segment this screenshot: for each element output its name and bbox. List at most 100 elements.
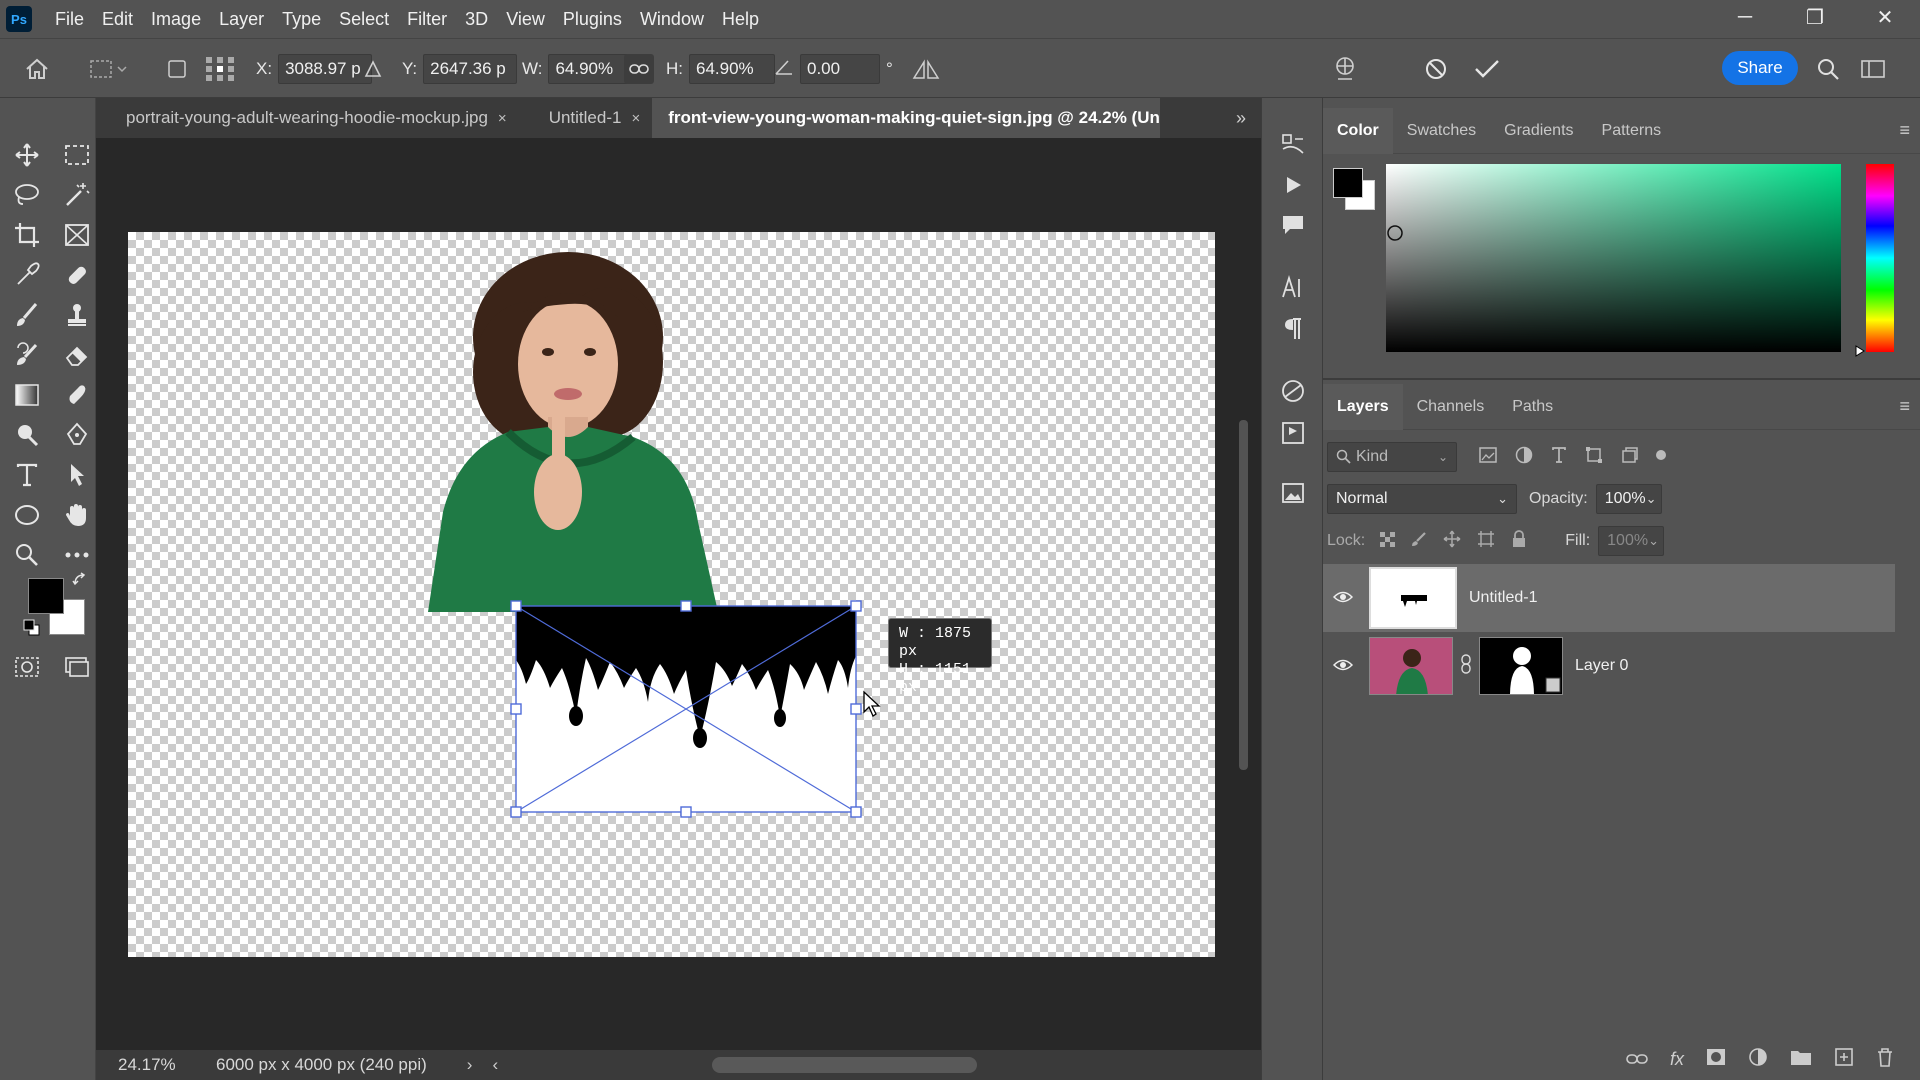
smudge-tool-icon[interactable] bbox=[60, 378, 94, 412]
reference-point-checkbox[interactable] bbox=[168, 53, 186, 85]
filter-shape-icon[interactable] bbox=[1585, 446, 1603, 469]
magic-wand-tool-icon[interactable] bbox=[60, 178, 94, 212]
scroll-left-arrow-icon[interactable]: ‹ bbox=[492, 1055, 498, 1075]
menu-edit[interactable]: Edit bbox=[93, 0, 142, 38]
screen-mode-icon[interactable] bbox=[60, 650, 94, 684]
lasso-tool-icon[interactable] bbox=[10, 178, 44, 212]
brush-tool-icon[interactable] bbox=[10, 298, 44, 332]
drip-layer-transform[interactable] bbox=[510, 598, 862, 820]
menu-file[interactable]: File bbox=[46, 0, 93, 38]
gradient-tool-icon[interactable] bbox=[10, 378, 44, 412]
menu-type[interactable]: Type bbox=[273, 0, 330, 38]
crop-tool-icon[interactable] bbox=[10, 218, 44, 252]
document-info[interactable]: 6000 px x 4000 px (240 ppi) bbox=[216, 1055, 427, 1075]
tab-close-icon[interactable]: × bbox=[498, 110, 507, 127]
adjustments-icon[interactable] bbox=[1276, 374, 1310, 408]
tab-gradients[interactable]: Gradients bbox=[1490, 108, 1587, 154]
move-tool-preset-icon[interactable] bbox=[88, 53, 128, 85]
tab-color[interactable]: Color bbox=[1323, 107, 1393, 154]
reference-point-grid-icon[interactable] bbox=[204, 53, 236, 85]
restore-button[interactable]: ❐ bbox=[1780, 0, 1850, 34]
add-mask-icon[interactable] bbox=[1706, 1048, 1726, 1071]
menu-image[interactable]: Image bbox=[142, 0, 210, 38]
paragraph-panel-icon[interactable] bbox=[1276, 312, 1310, 346]
layer-name[interactable]: Layer 0 bbox=[1575, 657, 1628, 675]
tab-swatches[interactable]: Swatches bbox=[1393, 108, 1490, 154]
height-input[interactable]: 64.90% bbox=[689, 54, 775, 84]
interpolation-icon[interactable] bbox=[912, 53, 942, 85]
fill-input[interactable]: 100% ⌄ bbox=[1598, 526, 1665, 556]
menu-layer[interactable]: Layer bbox=[210, 0, 273, 38]
menu-3d[interactable]: 3D bbox=[456, 0, 497, 38]
y-position-input[interactable]: 2647.36 p bbox=[423, 54, 518, 84]
x-position-input[interactable]: 3088.97 p bbox=[278, 54, 373, 84]
horizontal-scroll-thumb[interactable] bbox=[712, 1057, 977, 1073]
menu-plugins[interactable]: Plugins bbox=[554, 0, 631, 38]
visibility-eye-icon[interactable] bbox=[1323, 656, 1363, 677]
healing-brush-tool-icon[interactable] bbox=[60, 258, 94, 292]
home-icon[interactable] bbox=[24, 53, 50, 85]
tab-channels[interactable]: Channels bbox=[1403, 384, 1499, 430]
filter-smart-object-icon[interactable] bbox=[1621, 446, 1639, 469]
frame-tool-icon[interactable] bbox=[60, 218, 94, 252]
ellipse-tool-icon[interactable] bbox=[10, 498, 44, 532]
eraser-tool-icon[interactable] bbox=[60, 338, 94, 372]
tabs-overflow-icon[interactable]: » bbox=[1221, 98, 1261, 138]
tab-patterns[interactable]: Patterns bbox=[1588, 108, 1676, 154]
hue-slider[interactable] bbox=[1866, 164, 1894, 352]
rotation-input[interactable]: 0.00 bbox=[800, 54, 880, 84]
layer-name[interactable]: Untitled-1 bbox=[1469, 589, 1537, 607]
blend-mode-select[interactable]: Normal ⌄ bbox=[1327, 484, 1517, 514]
hand-tool-icon[interactable] bbox=[60, 498, 94, 532]
menu-window[interactable]: Window bbox=[631, 0, 713, 38]
lock-all-icon[interactable] bbox=[1511, 529, 1527, 553]
status-menu-arrow-icon[interactable]: › bbox=[467, 1055, 473, 1075]
layer-mask-thumbnail[interactable] bbox=[1479, 637, 1563, 695]
adjustment-layer-icon[interactable] bbox=[1748, 1047, 1768, 1072]
link-icon[interactable] bbox=[624, 53, 654, 85]
opacity-input[interactable]: 100% ⌄ bbox=[1595, 484, 1662, 514]
type-tool-icon[interactable] bbox=[10, 458, 44, 492]
image-panel-icon[interactable] bbox=[1276, 476, 1310, 510]
share-button[interactable]: Share bbox=[1722, 51, 1798, 85]
zoom-level[interactable]: 24.17% bbox=[96, 1055, 196, 1075]
tab-layers[interactable]: Layers bbox=[1323, 383, 1403, 430]
pen-tool-icon[interactable] bbox=[60, 418, 94, 452]
history-brush-tool-icon[interactable] bbox=[10, 338, 44, 372]
default-colors-icon[interactable] bbox=[22, 618, 42, 638]
link-layers-icon[interactable] bbox=[1626, 1049, 1648, 1070]
tab-front-view-active[interactable]: front-view-young-woman-making-quiet-sign… bbox=[652, 98, 1161, 138]
warp-mode-icon[interactable] bbox=[1330, 53, 1360, 85]
libraries-icon[interactable] bbox=[1276, 416, 1310, 450]
eyedropper-tool-icon[interactable] bbox=[10, 258, 44, 292]
search-icon[interactable] bbox=[1816, 53, 1840, 85]
lock-image-pixels-icon[interactable] bbox=[1411, 531, 1427, 552]
layer-filter-kind-select[interactable]: Kind ⌄ bbox=[1327, 442, 1457, 472]
minimize-button[interactable]: ─ bbox=[1710, 0, 1780, 34]
more-tools-icon[interactable] bbox=[60, 538, 94, 572]
filter-type-icon[interactable] bbox=[1551, 446, 1567, 468]
menu-filter[interactable]: Filter bbox=[398, 0, 456, 38]
menu-help[interactable]: Help bbox=[713, 0, 768, 38]
cancel-transform-icon[interactable] bbox=[1424, 53, 1448, 85]
panel-foreground-swatch[interactable] bbox=[1333, 168, 1363, 198]
tab-untitled-1[interactable]: Untitled-1 × bbox=[518, 98, 653, 138]
layer-style-fx-icon[interactable]: fx bbox=[1670, 1049, 1684, 1070]
path-selection-tool-icon[interactable] bbox=[60, 458, 94, 492]
filter-adjustment-icon[interactable] bbox=[1515, 446, 1533, 469]
color-picker-field[interactable] bbox=[1386, 164, 1841, 352]
menu-select[interactable]: Select bbox=[330, 0, 398, 38]
lock-transparency-icon[interactable] bbox=[1379, 531, 1396, 552]
new-layer-icon[interactable] bbox=[1834, 1047, 1854, 1072]
vertical-scrollbar[interactable] bbox=[1232, 140, 1254, 1050]
tab-close-icon[interactable]: × bbox=[631, 110, 640, 127]
layer-row-untitled-1[interactable]: Untitled-1 bbox=[1323, 564, 1895, 632]
tab-hoodie-mockup[interactable]: portrait-young-adult-wearing-hoodie-mock… bbox=[96, 98, 519, 138]
workspace-icon[interactable] bbox=[1860, 53, 1886, 85]
visibility-eye-icon[interactable] bbox=[1323, 588, 1363, 609]
layers-panel-menu-icon[interactable]: ≡ bbox=[1899, 396, 1910, 417]
mask-link-icon[interactable] bbox=[1461, 653, 1471, 679]
menu-view[interactable]: View bbox=[497, 0, 554, 38]
tab-paths[interactable]: Paths bbox=[1498, 384, 1567, 430]
comments-icon[interactable] bbox=[1276, 208, 1310, 242]
